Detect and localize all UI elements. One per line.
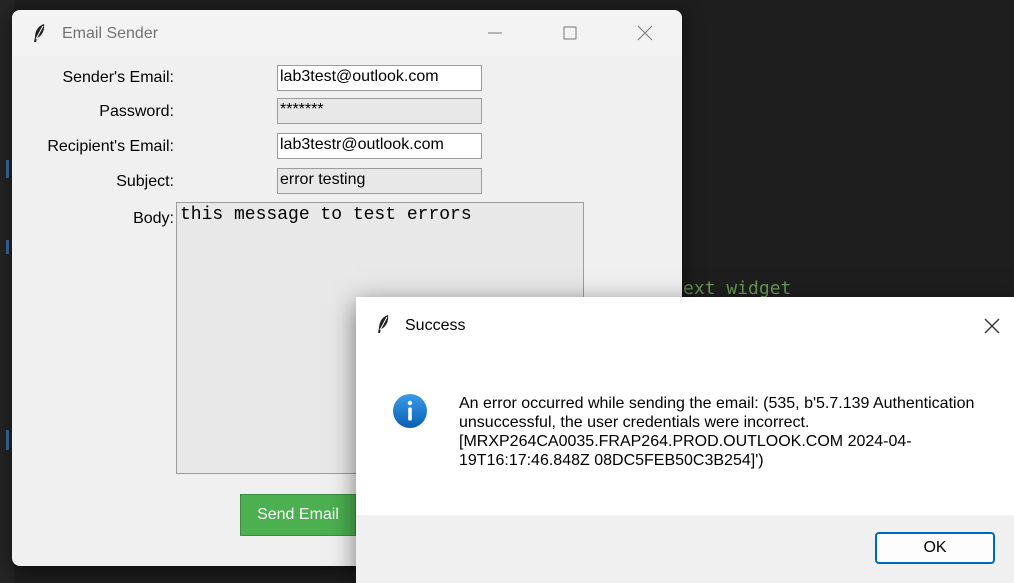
recipient-email-field[interactable]: lab3testr@outlook.com xyxy=(277,133,482,159)
close-icon xyxy=(637,25,653,41)
ok-button[interactable]: OK xyxy=(875,532,995,564)
sender-email-label: Sender's Email: xyxy=(62,69,174,86)
close-button[interactable] xyxy=(622,10,668,56)
minimize-icon xyxy=(488,32,502,34)
dialog-message: An error occurred while sending the emai… xyxy=(459,395,975,469)
dialog-title: Success xyxy=(405,317,466,334)
send-email-button[interactable]: Send Email xyxy=(240,494,356,536)
success-dialog: Success An error occurred while sending … xyxy=(356,297,1014,583)
gutter-marker xyxy=(6,430,9,450)
maximize-button[interactable] xyxy=(547,10,593,56)
feather-icon xyxy=(34,24,45,42)
sender-email-field[interactable]: lab3test@outlook.com xyxy=(277,65,482,91)
window-title: Email Sender xyxy=(62,25,159,42)
info-icon xyxy=(393,394,427,428)
subject-label: Subject: xyxy=(116,173,174,190)
gutter-marker xyxy=(6,160,9,178)
maximize-icon xyxy=(563,26,577,40)
feather-icon xyxy=(378,315,389,333)
body-label: Body: xyxy=(133,210,174,227)
title-bar[interactable]: Email Sender xyxy=(12,10,682,56)
subject-field[interactable]: error testing xyxy=(277,168,482,194)
dialog-title-bar[interactable]: Success xyxy=(356,297,1014,355)
recipient-email-label: Recipient's Email: xyxy=(47,138,174,155)
dialog-close-button[interactable] xyxy=(970,303,1014,347)
password-field[interactable]: ******* xyxy=(277,98,482,124)
minimize-button[interactable] xyxy=(472,10,518,56)
background-code-text: ext widget xyxy=(683,278,792,299)
gutter-marker xyxy=(6,240,9,254)
close-icon xyxy=(984,318,1000,334)
password-label: Password: xyxy=(99,103,174,120)
